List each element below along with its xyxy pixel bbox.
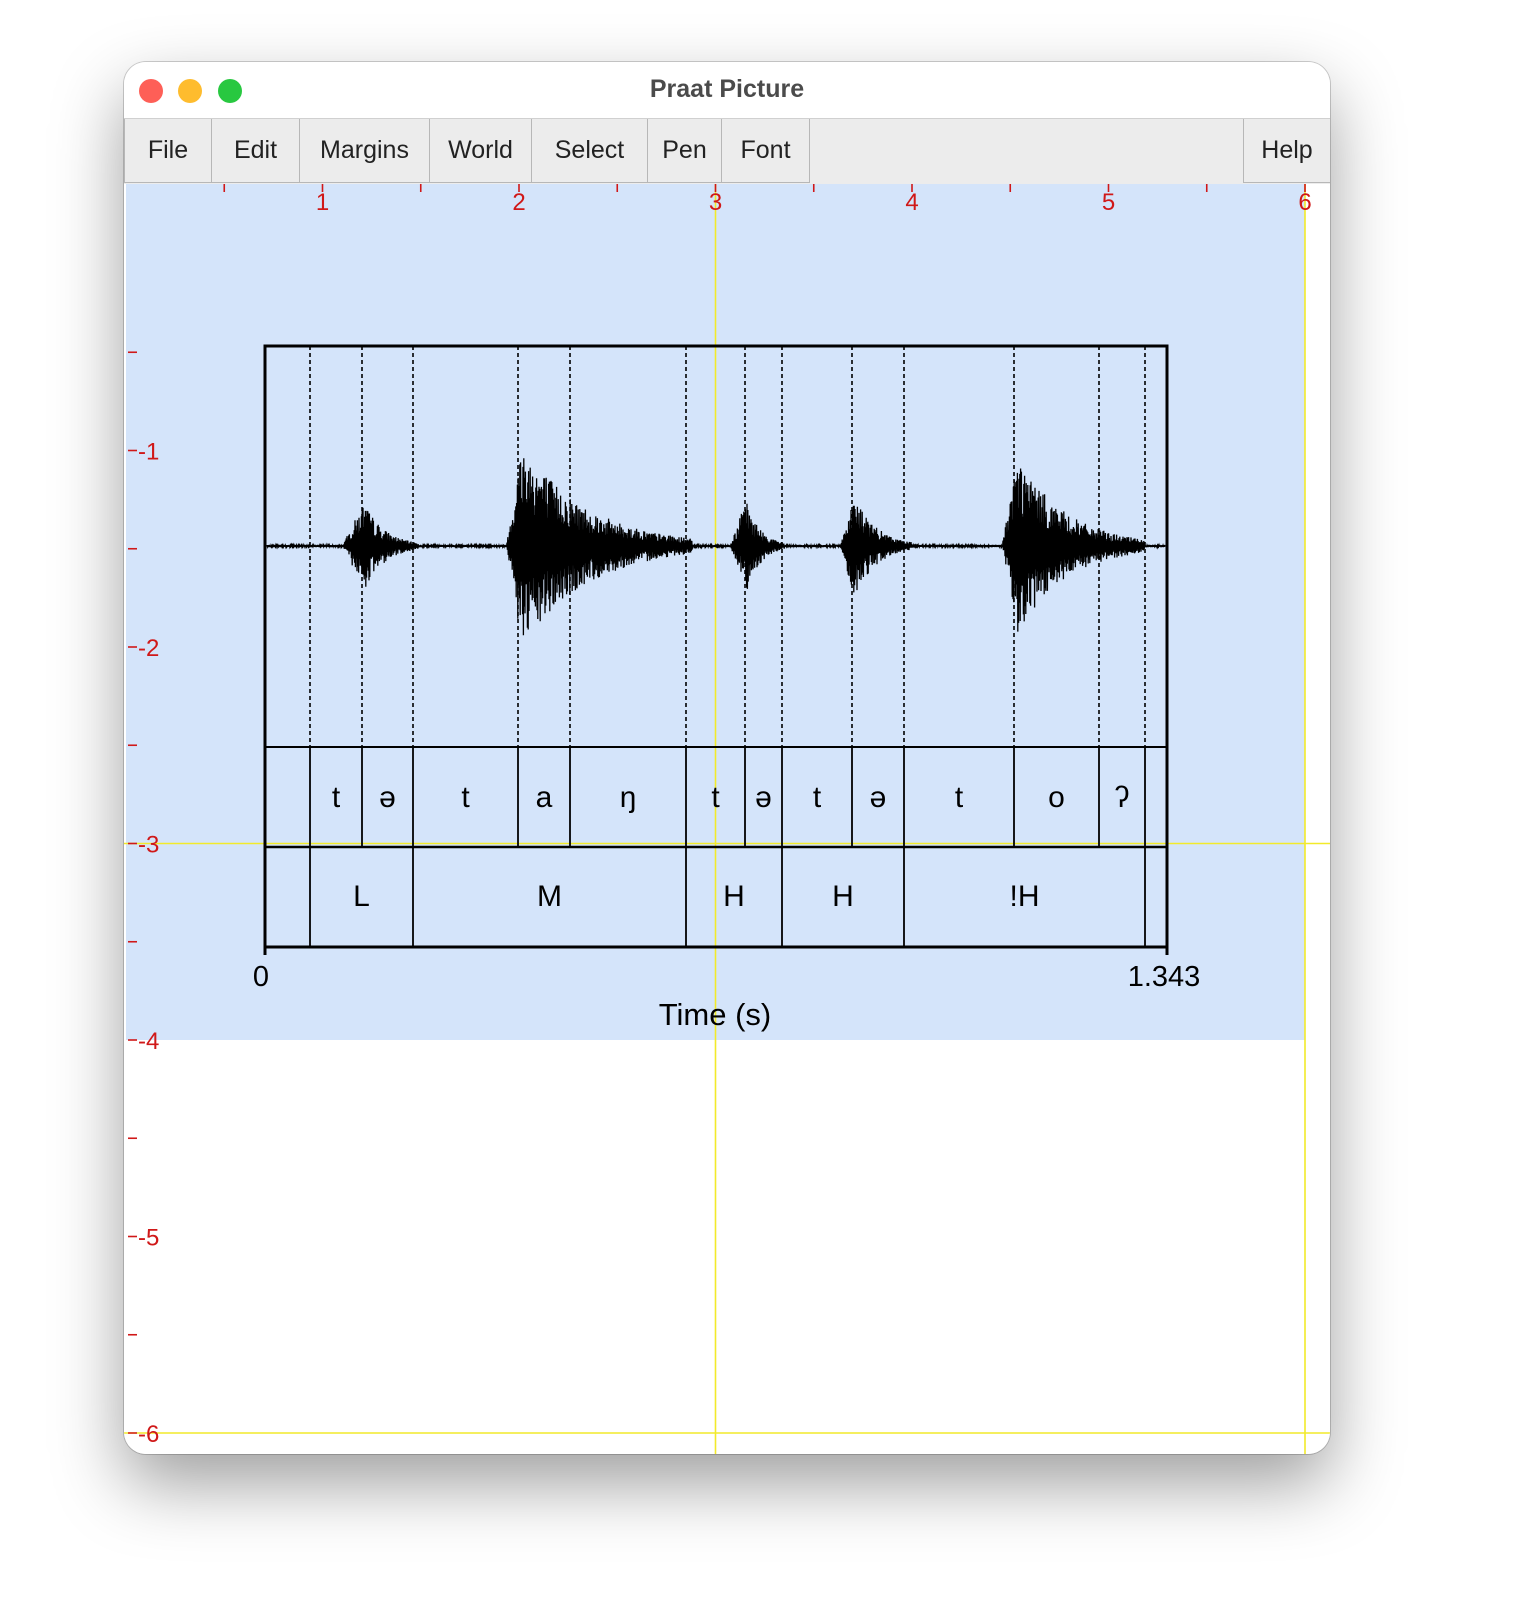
tier-1-segment-label: ŋ [620,781,637,814]
tier-2-segment-label: M [537,880,562,913]
menu-world[interactable]: World [429,119,532,183]
tier-1-segment-label: ə [870,781,887,814]
ruler-x-label: 4 [905,189,918,216]
ruler-y-label: -1 [138,439,159,466]
tier-1-segment-label: t [711,781,720,814]
ruler-y-label: -2 [138,635,159,662]
picture-canvas[interactable]: 1 2 3 4 5 6 -1 -2 -3 -4 -5 -6 t ə t a ŋ t ə t ə t o ʔ L M H H !H 0… [124,184,1330,1454]
tier-1-segment-label: t [813,781,822,814]
tier-1-segment-label: ʔ [1115,781,1130,814]
tier-2-segment-label: L [353,880,370,913]
time-axis-label: Time (s) [659,997,772,1032]
menu-file[interactable]: File [124,119,212,183]
ruler-y-label: -5 [138,1225,159,1252]
praat-picture-window: Praat Picture File Edit Margins World Se… [124,62,1330,1454]
ruler-x-label: 6 [1298,189,1311,216]
tier-1-segment-label: t [332,781,341,814]
ruler-x-label: 2 [512,189,525,216]
menu-select[interactable]: Select [531,119,648,183]
menu-help[interactable]: Help [1243,119,1330,183]
tier-1-segment-label: t [955,781,964,814]
ruler-y-label: -4 [138,1028,159,1055]
menu-margins[interactable]: Margins [299,119,430,183]
tier-2-segment-label: H [723,880,745,913]
time-max-label: 1.343 [1128,961,1201,993]
tier-1-segment-label: ə [379,781,396,814]
menu-font[interactable]: Font [721,119,810,183]
tier-2-segment-label: !H [1010,880,1040,913]
ruler-y-label: -3 [138,832,159,859]
tier-1-segment-label: a [536,781,553,814]
tier-2-segment-label: H [832,880,854,913]
tier-1-segment-label: ə [755,781,772,814]
ruler-x-label: 3 [709,189,722,216]
window-title: Praat Picture [649,75,805,103]
ruler-x-label: 5 [1102,189,1115,216]
menu-pen[interactable]: Pen [647,119,722,183]
ruler-y-label: -6 [138,1421,159,1448]
tier-1-segment-label: t [461,781,470,814]
tier-1-segment-label: o [1048,781,1065,814]
ruler-x-label: 1 [316,189,329,216]
menu-bar: File Edit Margins World Select Pen Font … [124,118,1330,185]
time-min-label: 0 [253,961,269,993]
title-bar: Praat Picture [124,62,1330,118]
menu-edit[interactable]: Edit [211,119,300,183]
